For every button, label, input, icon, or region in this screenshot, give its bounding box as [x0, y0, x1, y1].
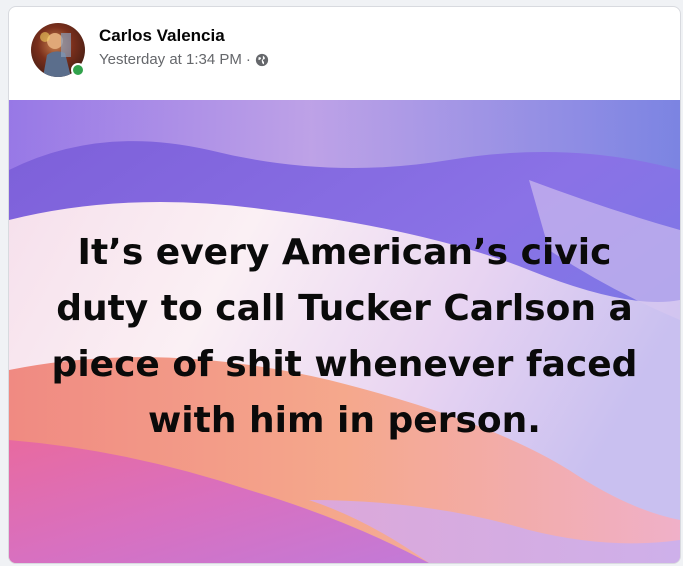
- post-image-text: It’s every American’s civic duty to call…: [9, 225, 680, 449]
- meta-separator: ·: [245, 51, 251, 68]
- post-text-line: It’s every American’s civic: [77, 232, 612, 273]
- post-text-line: duty to call Tucker Carlson a: [56, 288, 633, 329]
- post-card: Carlos Valencia Yesterday at 1:34 PM · I…: [8, 6, 681, 564]
- post-text-line: piece of shit whenever faced: [51, 344, 638, 385]
- online-status-indicator: [71, 63, 85, 77]
- post-text-line: with him in person.: [148, 400, 541, 441]
- post-image[interactable]: It’s every American’s civic duty to call…: [9, 100, 680, 563]
- post-timestamp[interactable]: Yesterday at 1:34 PM: [99, 51, 242, 68]
- post-header: Carlos Valencia Yesterday at 1:34 PM ·: [9, 7, 680, 100]
- author-name[interactable]: Carlos Valencia: [99, 26, 225, 46]
- globe-icon[interactable]: [255, 53, 269, 67]
- post-meta: Yesterday at 1:34 PM ·: [99, 51, 269, 68]
